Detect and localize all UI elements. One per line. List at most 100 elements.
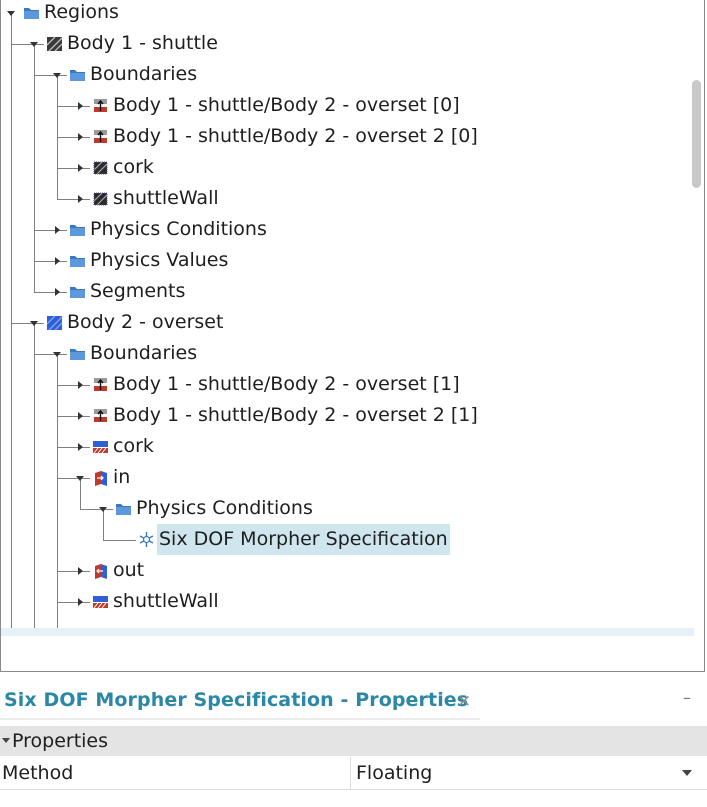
expand-toggle-icon[interactable] xyxy=(99,507,107,512)
tree-node-label: Six DOF Morpher Specification xyxy=(157,524,450,555)
tree-connector-line xyxy=(57,198,90,200)
property-row-method[interactable]: Method Floating xyxy=(0,757,707,790)
tree-guide-line xyxy=(80,477,81,509)
folder-icon xyxy=(23,4,40,21)
dropdown-arrow-icon[interactable] xyxy=(682,770,692,776)
expand-toggle-icon[interactable] xyxy=(53,73,61,78)
tree-node-label: Physics Conditions xyxy=(90,218,267,240)
tree-connector-line xyxy=(57,105,90,107)
tree-node-label: Body 1 - shuttle/Body 2 - overset [0] xyxy=(113,94,460,116)
wall-boundary-icon xyxy=(92,190,109,207)
tree-node[interactable]: Boundaries xyxy=(88,59,199,90)
tree-node[interactable]: Body 1 - shuttle/Body 2 - overset [1] xyxy=(111,369,462,400)
tree-node-label: Boundaries xyxy=(90,342,198,364)
tree-guide-line xyxy=(103,508,104,540)
collapse-toggle-icon[interactable] xyxy=(78,164,83,172)
tab-underline xyxy=(0,718,480,720)
tree-node-label: Boundaries xyxy=(90,63,198,85)
close-tab-icon[interactable]: × xyxy=(457,691,471,711)
collapse-toggle-icon[interactable] xyxy=(78,102,83,110)
tree-node[interactable]: Physics Conditions xyxy=(88,214,269,245)
tree-guide-line xyxy=(11,12,12,628)
collapse-toggle-icon[interactable] xyxy=(78,567,83,575)
tree-node[interactable]: Body 2 - overset xyxy=(65,307,225,338)
tree-node[interactable]: Segments xyxy=(88,276,187,307)
tree-node[interactable]: shuttleWall xyxy=(111,586,221,617)
scrollbar-thumb[interactable] xyxy=(692,80,701,188)
tree-node[interactable]: in xyxy=(111,462,132,493)
collapse-toggle-icon[interactable] xyxy=(78,133,83,141)
horizontal-scrollbar[interactable] xyxy=(1,628,694,636)
interface-boundary-icon xyxy=(92,97,109,114)
tree-node[interactable]: cork xyxy=(111,431,156,462)
tree-node[interactable]: shuttleWall xyxy=(111,183,221,214)
expand-toggle-icon[interactable] xyxy=(7,11,15,16)
collapse-toggle-icon[interactable] xyxy=(78,195,83,203)
tree-connector-line xyxy=(57,601,90,603)
tree-node[interactable]: Body 1 - shuttle xyxy=(65,28,220,59)
tree-node[interactable]: Six DOF Morpher Specification xyxy=(157,524,450,555)
folder-icon xyxy=(69,221,86,238)
tree-node-label: cork xyxy=(113,435,154,457)
tree-node[interactable]: Physics Values xyxy=(88,245,230,276)
vertical-scrollbar[interactable] xyxy=(689,0,703,628)
collapse-toggle-icon[interactable] xyxy=(78,598,83,606)
tree-node-label: Body 1 - shuttle/Body 2 - overset 2 [1] xyxy=(113,404,478,426)
collapse-toggle-icon[interactable] xyxy=(55,257,60,265)
tree-node-label: Body 1 - shuttle/Body 2 - overset 2 [0] xyxy=(113,125,478,147)
collapse-toggle-icon[interactable] xyxy=(78,412,83,420)
expand-toggle-icon[interactable] xyxy=(53,352,61,357)
outlet-boundary-icon xyxy=(92,562,109,579)
tree-guide-line xyxy=(57,353,58,628)
simulation-tree: Regions Body 1 - shuttle Boundaries Body 1 … xyxy=(1,0,691,628)
tree-node[interactable]: out xyxy=(111,555,146,586)
interface-boundary-icon xyxy=(92,128,109,145)
tree-connector-line xyxy=(34,353,67,355)
tree-node[interactable]: Body 1 - shuttle/Body 2 - overset [0] xyxy=(111,90,462,121)
collapse-toggle-icon[interactable] xyxy=(55,226,60,234)
blue-wall-boundary-icon xyxy=(92,593,109,610)
properties-tab-title[interactable]: Six DOF Morpher Specification - Properti… xyxy=(4,689,468,711)
expand-toggle-icon[interactable] xyxy=(30,42,38,47)
wall-boundary-icon xyxy=(92,159,109,176)
collapse-toggle-icon[interactable] xyxy=(78,381,83,389)
chevron-down-icon[interactable] xyxy=(2,738,10,743)
expand-toggle-icon[interactable] xyxy=(30,321,38,326)
property-name: Method xyxy=(2,762,74,784)
column-divider xyxy=(350,757,351,789)
minimize-icon[interactable]: – xyxy=(683,688,691,707)
tree-connector-line xyxy=(57,384,90,386)
region-blue-icon xyxy=(46,314,63,331)
tree-node[interactable]: Physics Conditions xyxy=(134,493,315,524)
properties-section-header[interactable]: Properties xyxy=(0,726,707,756)
expand-toggle-icon[interactable] xyxy=(76,476,84,481)
tree-node[interactable]: cork xyxy=(111,152,156,183)
tree-node-label: Body 2 - overset xyxy=(67,311,224,333)
interface-boundary-icon xyxy=(92,407,109,424)
tree-connector-line xyxy=(57,167,90,169)
collapse-toggle-icon[interactable] xyxy=(55,288,60,296)
tree-node[interactable]: Body 1 - shuttle/Body 2 - overset 2 [0] xyxy=(111,121,480,152)
tree-node-label: in xyxy=(113,466,131,488)
tree-node-label: Body 1 - shuttle xyxy=(67,32,218,54)
properties-section-label: Properties xyxy=(12,730,109,752)
tree-connector-line xyxy=(57,446,90,448)
region-hatched-icon xyxy=(46,35,63,52)
tree-node-label: Physics Conditions xyxy=(136,497,313,519)
tree-node[interactable]: Boundaries xyxy=(88,338,199,369)
collapse-toggle-icon[interactable] xyxy=(78,443,83,451)
folder-icon xyxy=(69,283,86,300)
tree-node-label: out xyxy=(113,559,145,581)
tree-node-label: Physics Values xyxy=(90,249,229,271)
property-value-select[interactable]: Floating xyxy=(356,757,432,789)
tree-node[interactable]: Body 1 - shuttle/Body 2 - overset 2 [1] xyxy=(111,400,480,431)
tree-connector-line xyxy=(57,477,90,479)
tree-connector-line xyxy=(57,570,90,572)
tree-node-label: shuttleWall xyxy=(113,590,219,612)
inlet-boundary-icon xyxy=(92,469,109,486)
tree-connector-line xyxy=(34,74,67,76)
tree-node[interactable]: Regions xyxy=(42,0,121,28)
tree-guide-line xyxy=(34,322,35,628)
interface-boundary-icon xyxy=(92,376,109,393)
folder-icon xyxy=(69,345,86,362)
